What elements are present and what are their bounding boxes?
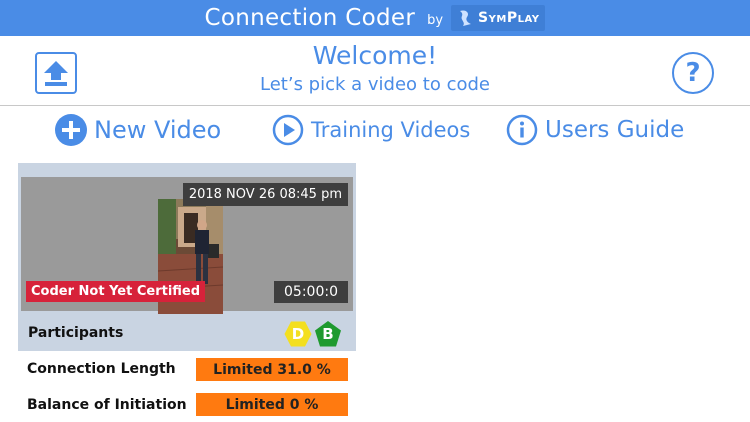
header: Welcome! Let’s pick a video to code ? bbox=[0, 36, 750, 106]
users-guide-label: Users Guide bbox=[545, 117, 685, 143]
video-card[interactable]: 2018 NOV 26 08:45 pm Coder Not Yet Certi… bbox=[18, 163, 356, 422]
training-videos-label: Training Videos bbox=[311, 118, 471, 142]
balance-label: Balance of Initiation bbox=[27, 396, 187, 413]
welcome-title: Welcome! bbox=[312, 41, 438, 70]
balance-row: Balance of Initiation Limited 0 % bbox=[18, 387, 356, 422]
question-circle-icon: ? bbox=[685, 58, 701, 88]
participants-label: Participants bbox=[28, 325, 124, 341]
new-video-label: New Video bbox=[94, 116, 222, 144]
participant-b-icon: B bbox=[314, 320, 342, 348]
recording-date: 2018 NOV 26 08:45 pm bbox=[182, 183, 348, 206]
training-videos-button[interactable]: Training Videos bbox=[271, 113, 470, 147]
participants-row: Participants D B bbox=[18, 316, 356, 350]
video-thumbnail-area[interactable]: 2018 NOV 26 08:45 pm Coder Not Yet Certi… bbox=[21, 177, 353, 314]
connection-length-label: Connection Length bbox=[27, 361, 176, 377]
logo-text: SymPlay bbox=[478, 10, 540, 26]
app-title: Connection Coder bbox=[204, 5, 416, 31]
certification-badge: Coder Not Yet Certified bbox=[26, 281, 206, 302]
info-circle-icon bbox=[505, 113, 539, 147]
symplay-logo-icon bbox=[460, 10, 472, 26]
connection-length-value: Limited 31.0 % bbox=[196, 358, 348, 381]
participant-d-letter: D bbox=[291, 325, 305, 343]
welcome-subtitle: Let’s pick a video to code bbox=[260, 74, 490, 95]
action-bar: New Video Training Videos Users Guide bbox=[0, 113, 750, 151]
connection-length-row: Connection Length Limited 31.0 % bbox=[18, 351, 356, 387]
play-circle-icon bbox=[271, 113, 305, 147]
by-label: by bbox=[427, 12, 444, 28]
plus-circle-icon bbox=[54, 113, 88, 147]
symplay-logo: SymPlay bbox=[451, 5, 546, 31]
title-bar: Connection Coder by SymPlay bbox=[0, 0, 750, 36]
help-button[interactable]: ? bbox=[672, 52, 714, 94]
balance-value: Limited 0 % bbox=[196, 393, 348, 416]
new-video-button[interactable]: New Video bbox=[54, 113, 221, 147]
users-guide-button[interactable]: Users Guide bbox=[505, 113, 684, 147]
participant-d-icon: D bbox=[284, 320, 312, 348]
participant-b-letter: B bbox=[322, 325, 334, 343]
video-duration: 05:00:0 bbox=[274, 281, 348, 303]
